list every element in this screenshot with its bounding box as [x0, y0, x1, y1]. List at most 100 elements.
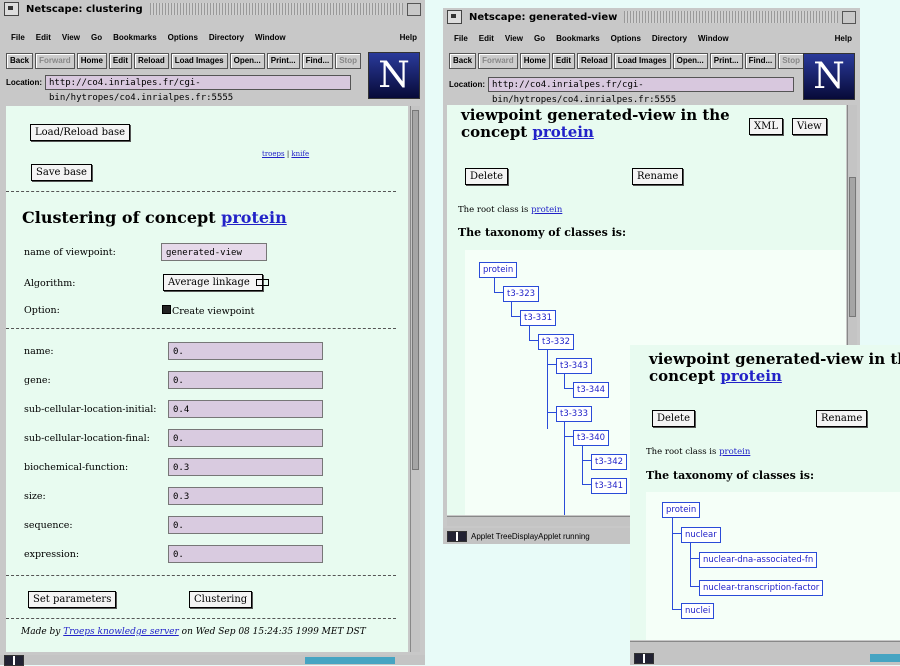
param-input[interactable]: 0. [168, 545, 323, 563]
window-menu-icon[interactable] [4, 2, 19, 16]
netscape-logo[interactable]: N [803, 53, 855, 100]
root-class-link[interactable]: protein [531, 205, 562, 215]
checkbox-icon[interactable] [162, 305, 171, 314]
location-input[interactable]: http://co4.inrialpes.fr/cgi-bin/hytropes… [488, 77, 794, 105]
concept-link[interactable]: protein [720, 367, 781, 385]
forward-button[interactable]: Forward [35, 53, 75, 69]
find-button[interactable]: Find... [744, 53, 777, 69]
param-input[interactable]: 0.3 [168, 458, 323, 476]
front-browser-window: viewpoint generated-view in the concept … [630, 345, 900, 665]
stop-button[interactable]: Stop [335, 53, 361, 69]
create-viewpoint-option[interactable]: Create viewpoint [162, 305, 255, 317]
menu-file[interactable]: File [454, 34, 468, 43]
window-menu-icon[interactable] [447, 10, 462, 24]
print-button[interactable]: Print... [266, 53, 300, 69]
menu-window[interactable]: Window [698, 34, 729, 43]
concept-link[interactable]: protein [532, 123, 593, 141]
algorithm-select[interactable]: Average linkage [163, 274, 269, 291]
print-button[interactable]: Print... [709, 53, 743, 69]
delete-button[interactable]: Delete [652, 410, 695, 427]
param-input[interactable]: 0.4 [168, 400, 323, 418]
menu-go[interactable]: Go [534, 34, 545, 43]
forward-button[interactable]: Forward [478, 53, 518, 69]
home-button[interactable]: Home [519, 53, 550, 69]
front-horizontal-scrollbar[interactable] [630, 641, 900, 651]
tree-node[interactable]: t3-333 [556, 406, 593, 422]
open-button[interactable]: Open... [672, 53, 708, 69]
xml-button[interactable]: XML [749, 118, 783, 135]
menu-help[interactable]: Help [835, 34, 852, 43]
stop-button[interactable]: Stop [778, 53, 804, 69]
menu-help[interactable]: Help [400, 33, 417, 42]
rename-button[interactable]: Rename [632, 168, 684, 185]
knife-link[interactable]: knife [291, 150, 309, 158]
taxonomy-tree-applet[interactable]: protein nuclear nuclear-dna-associated-f… [646, 492, 900, 640]
menu-window[interactable]: Window [255, 33, 286, 42]
find-button[interactable]: Find... [301, 53, 334, 69]
param-input[interactable]: 0.3 [168, 487, 323, 505]
footer-link[interactable]: Troeps knowledge server [63, 627, 179, 637]
menu-file[interactable]: File [11, 33, 25, 42]
load-reload-base-button[interactable]: Load/Reload base [30, 124, 131, 141]
load-images-button[interactable]: Load Images [170, 53, 228, 69]
root-class-link[interactable]: protein [719, 447, 750, 457]
param-input[interactable]: 0. [168, 429, 323, 447]
right-title-bar[interactable]: Netscape: generated-view [443, 8, 860, 26]
open-button[interactable]: Open... [229, 53, 265, 69]
tree-node[interactable]: nuclear [681, 527, 721, 543]
menu-options[interactable]: Options [611, 34, 641, 43]
menu-bookmarks[interactable]: Bookmarks [556, 34, 600, 43]
set-parameters-button[interactable]: Set parameters [28, 591, 117, 608]
tree-node[interactable]: t3-332 [538, 334, 575, 350]
menu-go[interactable]: Go [91, 33, 102, 42]
tree-node[interactable]: t3-340 [573, 430, 610, 446]
maximize-icon[interactable] [842, 10, 856, 24]
tree-node[interactable]: t3-342 [591, 454, 628, 470]
menu-edit[interactable]: Edit [36, 33, 51, 42]
menu-view[interactable]: View [62, 33, 80, 42]
menu-directory[interactable]: Directory [209, 33, 244, 42]
tree-node[interactable]: t3-343 [556, 358, 593, 374]
scroll-thumb[interactable] [412, 110, 419, 470]
edit-button[interactable]: Edit [108, 53, 133, 69]
view-button[interactable]: View [792, 118, 827, 135]
title-stripes [624, 11, 838, 23]
delete-button[interactable]: Delete [465, 168, 508, 185]
reload-button[interactable]: Reload [577, 53, 612, 69]
menu-view[interactable]: View [505, 34, 523, 43]
left-vertical-scrollbar[interactable] [410, 106, 420, 652]
param-input[interactable]: 0. [168, 516, 323, 534]
tree-node[interactable]: nuclear-dna-associated-fn [699, 552, 818, 568]
menu-bookmarks[interactable]: Bookmarks [113, 33, 157, 42]
maximize-icon[interactable] [407, 2, 421, 16]
home-button[interactable]: Home [76, 53, 107, 69]
menu-directory[interactable]: Directory [652, 34, 687, 43]
back-button[interactable]: Back [6, 53, 34, 69]
param-input[interactable]: 0. [168, 371, 323, 389]
edit-button[interactable]: Edit [551, 53, 576, 69]
tree-node[interactable]: nuclear-transcription-factor [699, 580, 824, 596]
tree-node[interactable]: t3-344 [573, 382, 610, 398]
back-button[interactable]: Back [449, 53, 477, 69]
tree-node[interactable]: t3-331 [520, 310, 557, 326]
reload-button[interactable]: Reload [134, 53, 169, 69]
scroll-thumb[interactable] [849, 177, 856, 317]
tree-node[interactable]: protein [662, 502, 701, 518]
menu-options[interactable]: Options [168, 33, 198, 42]
clustering-button[interactable]: Clustering [189, 591, 253, 608]
param-input[interactable]: 0. [168, 342, 323, 360]
tree-node[interactable]: t3-341 [591, 478, 628, 494]
load-images-button[interactable]: Load Images [613, 53, 671, 69]
tree-node[interactable]: protein [479, 262, 518, 278]
save-base-button[interactable]: Save base [31, 164, 92, 181]
location-input[interactable]: http://co4.inrialpes.fr/cgi-bin/hytropes… [45, 75, 351, 103]
tree-node[interactable]: t3-323 [503, 286, 540, 302]
netscape-logo[interactable]: N [368, 52, 420, 99]
tree-node[interactable]: nuclei [681, 603, 715, 619]
rename-button[interactable]: Rename [816, 410, 868, 427]
viewpoint-name-input[interactable]: generated-view [161, 243, 267, 261]
troeps-link[interactable]: troeps [262, 150, 285, 158]
left-title-bar[interactable]: Netscape: clustering [0, 0, 425, 18]
menu-edit[interactable]: Edit [479, 34, 494, 43]
concept-link[interactable]: protein [221, 208, 287, 227]
